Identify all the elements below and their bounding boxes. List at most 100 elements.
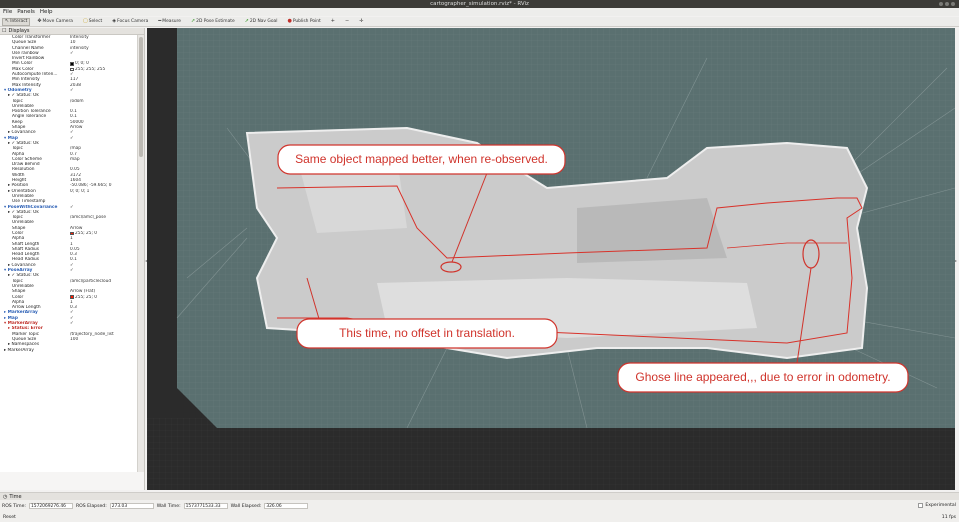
room-center — [577, 198, 727, 263]
add-tool-button[interactable]: + — [328, 18, 338, 26]
ros-elapsed-label: ROS Elapsed: — [75, 503, 107, 509]
wall-elapsed-field[interactable]: 326.06 — [264, 503, 309, 509]
property-label: Odometry — [7, 87, 32, 93]
property-label: ✓ Status: Ok — [11, 273, 39, 279]
3d-viewport[interactable]: Same object mapped better, when re-obser… — [147, 28, 955, 490]
color-swatch — [70, 231, 74, 236]
property-label: ✓ Status: Ok — [11, 93, 39, 99]
measure-icon: ━ — [158, 18, 162, 24]
color-swatch — [70, 295, 74, 299]
displays-scrollbar[interactable] — [137, 35, 144, 472]
tool-label: Interact — [10, 19, 28, 24]
minus-icon: − — [344, 18, 350, 24]
property-label: Use rainbow — [12, 50, 39, 56]
property-label: Queue Size — [12, 336, 37, 342]
property-label: Channel Name — [12, 45, 44, 51]
time-title: Time — [9, 493, 22, 500]
property-label: MarkerArray — [7, 310, 38, 316]
ros-elapsed-field[interactable]: 273.03 — [109, 503, 154, 509]
property-label: Alpha — [12, 151, 25, 157]
property-label: Marker Topic — [12, 331, 40, 337]
plus-icon: + — [330, 18, 335, 24]
property-value[interactable] — [70, 348, 138, 353]
menu-file[interactable]: File — [3, 9, 12, 15]
splitter-right-arrow-icon[interactable]: ▸ — [955, 258, 957, 263]
tool-publish-point[interactable]: ● Publish Point — [284, 18, 323, 26]
red-pin-icon: ● — [287, 18, 292, 24]
maximize-button[interactable] — [945, 2, 949, 6]
menu-help[interactable]: Help — [40, 9, 53, 15]
callout-top-text: Same object mapped better, when re-obser… — [295, 152, 548, 166]
scrollbar-thumb[interactable] — [139, 37, 143, 157]
tool-2d-pose-estimate[interactable]: ➚ 2D Pose Estimate — [188, 18, 238, 26]
property-label: PoseArray — [7, 268, 33, 274]
toolbar: ↖ Interact ✥ Move Camera ▢ Select ◈ Focu… — [0, 17, 959, 27]
color-swatch — [70, 62, 74, 66]
time-row: ROS Time: 1572069276.46 ROS Elapsed: 273… — [2, 503, 309, 509]
experimental-checkbox[interactable] — [918, 503, 924, 508]
time-dock-title: ◷ Time — [0, 493, 959, 500]
property-label: Alpha — [12, 299, 25, 305]
property-label: Unreliable — [12, 103, 34, 109]
ground-grid — [147, 418, 955, 490]
wall-time-field[interactable]: 1573771533.33 — [183, 503, 228, 509]
tool-label: 2D Pose Estimate — [196, 19, 235, 24]
property-label: Unreliable — [12, 220, 34, 226]
remove-tool-button[interactable]: − — [342, 18, 352, 26]
property-name: ▸ MarkerArray — [0, 348, 70, 353]
property-label: Map — [7, 135, 18, 141]
property-label: Arrow Length — [12, 305, 41, 311]
green-arrow-icon: ➚ — [190, 18, 196, 24]
property-label: ✓ Status: Ok — [11, 209, 39, 215]
menu-panels[interactable]: Panels — [17, 9, 35, 15]
tool-focus-camera[interactable]: ◈ Focus Camera — [109, 18, 151, 26]
property-label: Shape — [12, 289, 26, 295]
tool-label: 2D Nav Goal — [249, 19, 278, 24]
ros-time-field[interactable]: 1572069276.46 — [28, 503, 73, 509]
property-label: Min Color — [12, 61, 33, 67]
focus-camera-icon: ◈ — [112, 18, 117, 24]
property-label: MarkerArray — [7, 321, 38, 327]
property-label: Shape — [12, 225, 26, 231]
property-label: Namespaces — [11, 342, 40, 348]
property-label: Position — [11, 183, 29, 189]
property-label: Angle Tolerance — [12, 114, 47, 120]
property-label: Topic — [12, 98, 23, 104]
close-button[interactable] — [951, 2, 955, 6]
tool-properties-button[interactable]: ✛ — [356, 18, 366, 26]
wall-time-label: Wall Time: — [156, 503, 181, 509]
wall-elapsed-label: Wall Elapsed: — [230, 503, 262, 509]
property-label: Covariance — [11, 130, 36, 136]
property-label: Max Intensity — [12, 82, 41, 88]
select-icon: ▢ — [82, 18, 88, 24]
minimize-button[interactable] — [939, 2, 943, 6]
property-label: Queue Size — [12, 40, 37, 46]
reset-button[interactable]: Reset — [3, 515, 16, 520]
property-label: Head Radius — [12, 257, 40, 263]
tool-interact[interactable]: ↖ Interact — [2, 17, 31, 26]
property-label: Autocompute Inten... — [12, 72, 58, 78]
property-label: Width — [12, 172, 25, 178]
panel-icon: ☐ — [2, 28, 7, 34]
move-icon: ✛ — [359, 18, 364, 24]
property-label: Shape — [12, 125, 26, 131]
tool-select[interactable]: ▢ Select — [80, 18, 105, 26]
tool-move-camera[interactable]: ✥ Move Camera — [34, 18, 76, 26]
property-label: Height — [12, 178, 27, 184]
property-label: Unreliable — [12, 283, 34, 289]
property-label: Covariance — [11, 262, 36, 268]
tool-2d-nav-goal[interactable]: ➚ 2D Nav Goal — [242, 18, 281, 26]
tree-row[interactable]: ▸ MarkerArray — [0, 348, 138, 353]
displays-tree[interactable]: Color Transformer Intensity Queue Size 10 Ch… — [0, 35, 138, 472]
color-swatch — [70, 67, 74, 72]
property-label: Head Length — [12, 252, 40, 258]
property-label: Color — [12, 294, 24, 300]
property-label: Min Intensity — [12, 77, 40, 83]
tool-label: Publish Point — [292, 19, 321, 24]
tool-measure[interactable]: ━ Measure — [155, 18, 184, 26]
property-label: Invert Rainbow — [12, 56, 45, 62]
ros-time-label: ROS Time: — [2, 503, 26, 509]
experimental-option[interactable]: Experimental — [918, 503, 956, 508]
property-label: Draw Behind — [12, 162, 40, 168]
property-label: Status: Error — [11, 326, 43, 332]
